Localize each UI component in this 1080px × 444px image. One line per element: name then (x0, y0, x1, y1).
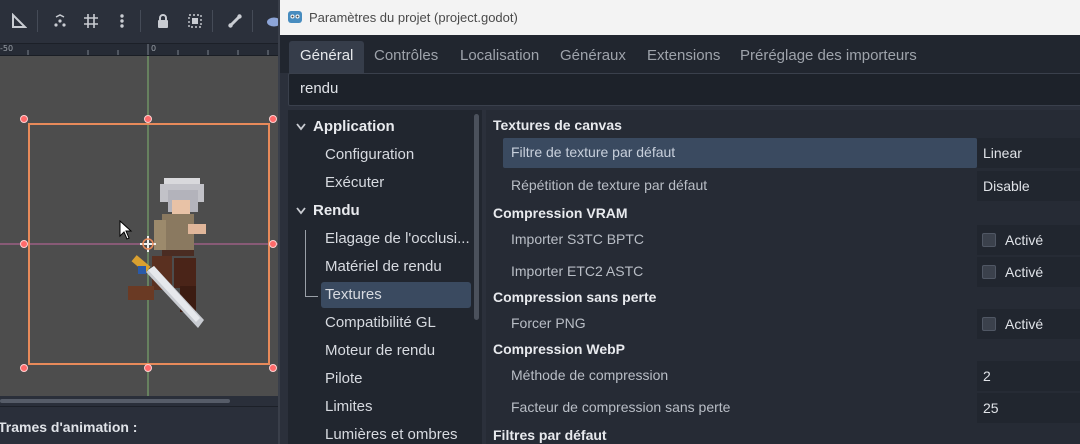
lossless-factor-spinbox[interactable]: 25 (977, 393, 1080, 423)
tree-guide-line (305, 230, 306, 296)
tree-item-renderer[interactable]: Moteur de rendu (325, 338, 435, 364)
category-default-filters: Filtres par défaut (493, 427, 607, 443)
pivot-icon[interactable] (138, 234, 158, 254)
tree-section-application[interactable]: Application (288, 114, 468, 140)
checkbox-label: Activé (1005, 232, 1044, 248)
toolbar-separator (37, 10, 38, 32)
tab-globals[interactable]: Généraux (549, 41, 637, 73)
prop-label: Facteur de compression sans perte (511, 399, 731, 415)
tab-general[interactable]: Général (289, 41, 365, 73)
tree-item-gl-compatibility[interactable]: Compatibilité GL (325, 310, 436, 336)
checkbox-label: Activé (1005, 264, 1044, 280)
tab-extensions[interactable]: Extensions (636, 41, 731, 73)
settings-tabbar: Général Contrôles Localisation Généraux … (280, 35, 1080, 73)
mouse-cursor-icon (119, 220, 133, 240)
category-vram-compression: Compression VRAM (493, 205, 628, 221)
category-lossless-compression: Compression sans perte (493, 289, 657, 305)
category-webp-compression: Compression WebP (493, 341, 625, 357)
checkbox-label: Activé (1005, 316, 1044, 332)
prop-label: Importer S3TC BPTC (511, 231, 645, 247)
horizontal-ruler: -50 0 (0, 44, 280, 56)
prop-value: 25 (983, 400, 999, 416)
lock-icon[interactable] (152, 10, 174, 32)
prop-force-png[interactable]: Forcer PNG Activé (503, 309, 1080, 339)
force-png-checkbox-field[interactable]: Activé (977, 309, 1080, 339)
tab-controls[interactable]: Contrôles (363, 41, 449, 73)
grid-snap-icon[interactable] (80, 10, 102, 32)
etc2-checkbox-field[interactable]: Activé (977, 257, 1080, 287)
prop-compression-method[interactable]: Méthode de compression 2 (503, 361, 1080, 391)
prop-label: Répétition de texture par défaut (511, 177, 708, 193)
editor-toolbar (0, 0, 281, 44)
prop-value: Disable (983, 178, 1030, 194)
chevron-down-icon (296, 123, 306, 131)
tree-item-driver[interactable]: Pilote (325, 366, 363, 392)
prop-label: Filtre de texture par défaut (511, 144, 676, 160)
tab-import-defaults[interactable]: Préréglage des importeurs (729, 41, 928, 73)
prop-import-s3tc-bptc[interactable]: Importer S3TC BPTC Activé (503, 225, 1080, 255)
filter-input-value: rendu (300, 80, 339, 97)
texture-repeat-dropdown[interactable]: Disable (977, 171, 1080, 201)
tree-item-run[interactable]: Exécuter (325, 170, 384, 196)
character-sprite[interactable] (108, 174, 218, 334)
prop-label: Forcer PNG (511, 315, 586, 331)
window-title: Paramètres du projet (project.godot) (309, 10, 518, 25)
prop-label: Méthode de compression (511, 367, 669, 383)
canvas-viewport[interactable] (0, 56, 280, 396)
group-icon[interactable] (184, 10, 206, 32)
settings-tree: Application Configuration Exécuter Rendu… (288, 110, 482, 444)
category-canvas-textures: Textures de canvas (493, 117, 622, 133)
window-titlebar[interactable]: Paramètres du projet (project.godot) (280, 0, 1080, 35)
tree-scrollbar[interactable] (474, 114, 479, 320)
tree-item-occlusion-culling[interactable]: Elagage de l'occlusi... (325, 226, 470, 252)
tree-item-lights-shadows[interactable]: Lumières et ombres (325, 422, 458, 444)
filter-input[interactable]: rendu (288, 73, 1080, 106)
tab-localization[interactable]: Localisation (449, 41, 550, 73)
animation-frames-label: Trames d'animation : (0, 419, 138, 435)
texture-filter-dropdown[interactable]: Linear (977, 138, 1080, 168)
smart-snap-icon[interactable] (49, 10, 71, 32)
tree-item-configuration[interactable]: Configuration (325, 142, 414, 168)
prop-label: Importer ETC2 ASTC (511, 263, 644, 279)
scrollbar-thumb[interactable] (0, 399, 230, 403)
editor-horizontal-scrollbar[interactable] (0, 396, 280, 406)
tree-guide-line (305, 296, 318, 297)
checkbox[interactable] (982, 317, 996, 331)
prop-lossless-compression-factor[interactable]: Facteur de compression sans perte 25 (503, 393, 1080, 423)
tree-section-label: Application (313, 118, 395, 135)
prop-default-texture-repeat[interactable]: Répétition de texture par défaut Disable (503, 171, 1080, 201)
s3tc-checkbox-field[interactable]: Activé (977, 225, 1080, 255)
animation-frames-panel: Trames d'animation : (0, 406, 280, 444)
more-icon[interactable] (111, 10, 133, 32)
ruler-icon[interactable] (8, 10, 30, 32)
project-settings-dialog: Paramètres du projet (project.godot) Gén… (278, 0, 1080, 444)
checkbox[interactable] (982, 233, 996, 247)
prop-value: 2 (983, 368, 991, 384)
checkbox[interactable] (982, 265, 996, 279)
chevron-down-icon (296, 207, 306, 215)
prop-import-etc2-astc[interactable]: Importer ETC2 ASTC Activé (503, 257, 1080, 287)
prop-value: Linear (983, 145, 1022, 161)
tree-item-rendering-device[interactable]: Matériel de rendu (325, 254, 442, 280)
settings-inspector: Textures de canvas Filtre de texture par… (486, 110, 1080, 444)
compression-method-spinbox[interactable]: 2 (977, 361, 1080, 391)
godot-app-icon (287, 8, 303, 27)
toolbar-separator (252, 10, 253, 32)
prop-default-texture-filter[interactable]: Filtre de texture par défaut Linear (503, 138, 1080, 168)
tree-section-rendering[interactable]: Rendu (288, 198, 468, 224)
tree-item-textures[interactable]: Textures (321, 282, 471, 308)
bone-icon[interactable] (224, 10, 246, 32)
tree-item-limits[interactable]: Limites (325, 394, 373, 420)
toolbar-separator (212, 10, 213, 32)
tree-section-label: Rendu (313, 202, 360, 219)
toolbar-separator (140, 10, 141, 32)
